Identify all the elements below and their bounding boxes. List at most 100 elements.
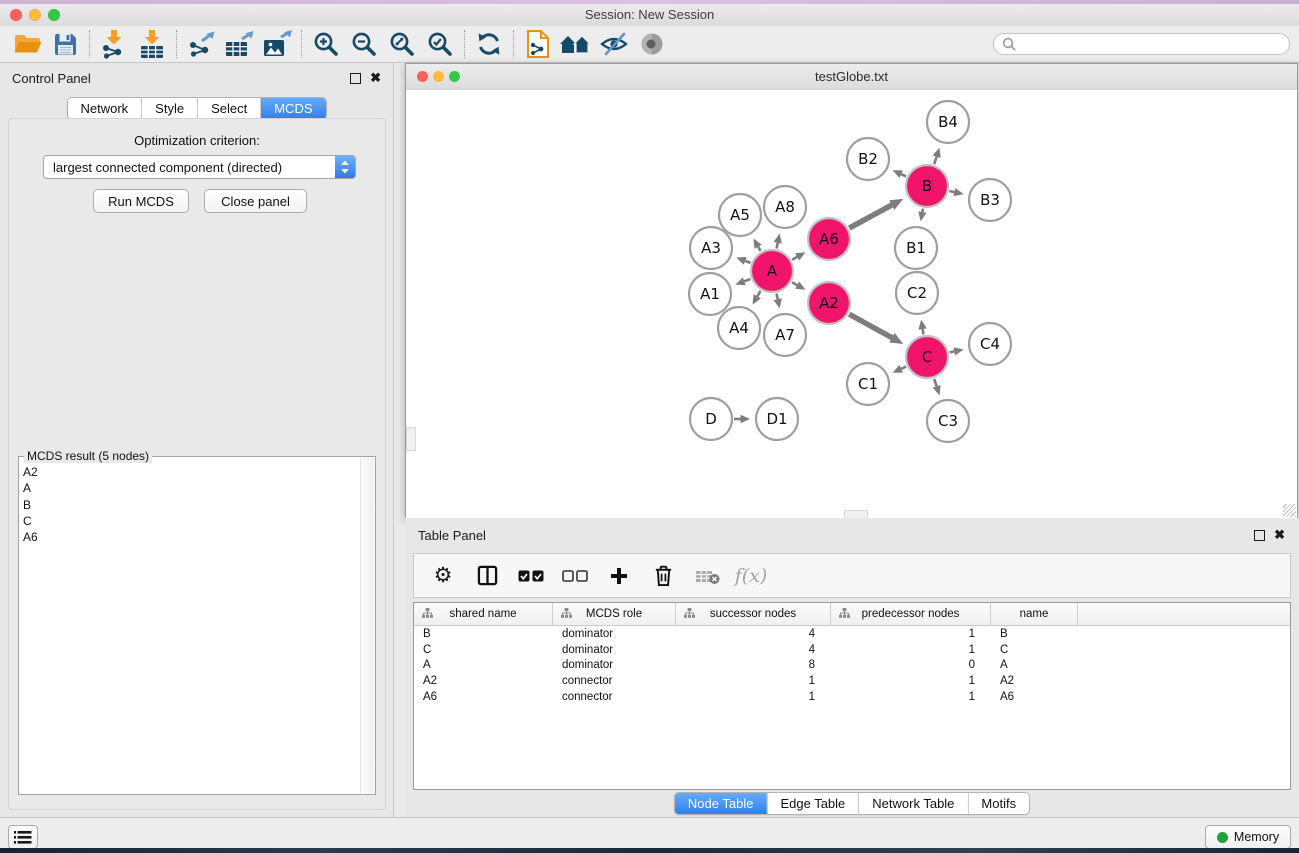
graph-edge-A-A4[interactable] (757, 291, 760, 297)
tab-select[interactable]: Select (197, 98, 260, 119)
graph-node-A8[interactable]: A8 (764, 186, 806, 228)
table-cell[interactable]: dominator (553, 628, 676, 640)
tab-network[interactable]: Network (67, 98, 141, 119)
graph-node-C4[interactable]: C4 (969, 323, 1011, 365)
table-row[interactable]: A6connector11A6 (414, 689, 1290, 705)
import-network-button[interactable] (95, 28, 133, 60)
table-row[interactable]: A2connector11A2 (414, 673, 1290, 689)
float-panel-icon[interactable] (350, 73, 361, 84)
table-cell[interactable]: 4 (676, 644, 831, 656)
network-close-button[interactable] (417, 71, 428, 82)
mcds-result-item[interactable]: A6 (23, 529, 359, 545)
table-cell[interactable]: 4 (676, 628, 831, 640)
run-mcds-button[interactable]: Run MCDS (93, 189, 189, 213)
save-session-button[interactable] (46, 28, 84, 60)
open-session-button[interactable] (8, 28, 46, 60)
add-column-button[interactable] (604, 561, 634, 591)
graph-node-A2[interactable]: A2 (808, 282, 850, 324)
mcds-result-item[interactable]: A2 (23, 464, 359, 480)
table-settings-button[interactable]: ⚙ (428, 561, 458, 591)
graph-edge-A-A2[interactable] (792, 282, 797, 285)
graph-edge-A-A5[interactable] (758, 247, 760, 251)
table-cell[interactable]: C (414, 644, 553, 656)
table-cell[interactable]: B (991, 628, 1078, 640)
table-cell[interactable]: A (414, 659, 553, 671)
fullscreen-window-button[interactable] (48, 9, 60, 21)
table-cell[interactable]: A2 (991, 675, 1078, 687)
graph-node-D1[interactable]: D1 (756, 398, 798, 440)
zoom-fit-button[interactable] (383, 28, 421, 60)
graph-edge-A-A8[interactable] (777, 243, 778, 249)
graph-node-C3[interactable]: C3 (927, 400, 969, 442)
column-header-shared-name[interactable]: shared name (414, 603, 553, 625)
clone-network-button[interactable] (519, 28, 557, 60)
optimization-criterion-select[interactable]: largest connected component (directed) (43, 155, 356, 179)
minimize-window-button[interactable] (29, 9, 41, 21)
network-canvas[interactable]: A5A8A3AA1A4A7A6A2B2B4BB3B1C2C4CC1C3DD1 (406, 90, 1297, 518)
import-table-button[interactable] (133, 28, 171, 60)
function-builder-button[interactable]: f(x) (736, 561, 766, 591)
graph-edge-A-A1[interactable] (744, 279, 750, 281)
tab-style[interactable]: Style (141, 98, 197, 119)
table-cell[interactable]: connector (553, 691, 676, 703)
split-panel-button[interactable] (472, 561, 502, 591)
zoom-selected-button[interactable] (421, 28, 459, 60)
graph-node-B2[interactable]: B2 (847, 138, 889, 180)
table-cell[interactable]: A (991, 659, 1078, 671)
table-cell[interactable]: 0 (831, 659, 991, 671)
graph-node-C1[interactable]: C1 (847, 363, 889, 405)
graph-edge-A2-C[interactable] (849, 314, 892, 338)
table-row[interactable]: Adominator80A (414, 658, 1290, 674)
table-cell[interactable]: 1 (676, 675, 831, 687)
mcds-result-item[interactable]: B (23, 497, 359, 513)
graph-node-A[interactable]: A (751, 250, 793, 292)
export-network-button[interactable] (182, 28, 220, 60)
graph-node-C2[interactable]: C2 (896, 272, 938, 314)
export-table-button[interactable] (220, 28, 258, 60)
close-panel-icon[interactable]: ✖ (370, 72, 381, 84)
show-all-button[interactable] (633, 28, 671, 60)
hide-selected-button[interactable] (595, 28, 633, 60)
graph-node-B3[interactable]: B3 (969, 179, 1011, 221)
table-cell[interactable]: 1 (676, 691, 831, 703)
table-tab-network-table[interactable]: Network Table (858, 793, 967, 814)
graph-edge-B-B3[interactable] (949, 191, 954, 192)
table-cell[interactable]: dominator (553, 659, 676, 671)
graph-node-A4[interactable]: A4 (718, 307, 760, 349)
table-cell[interactable]: B (414, 628, 553, 640)
table-cell[interactable]: 1 (831, 628, 991, 640)
network-zoom-button[interactable] (449, 71, 460, 82)
graph-node-B4[interactable]: B4 (927, 101, 969, 143)
resize-grip-icon[interactable] (1283, 504, 1296, 517)
deselect-all-button[interactable] (560, 561, 590, 591)
close-window-button[interactable] (10, 9, 22, 21)
column-header-name[interactable]: name (991, 603, 1078, 625)
graph-node-B[interactable]: B (906, 165, 948, 207)
column-header-MCDS-role[interactable]: MCDS role (553, 603, 676, 625)
table-cell[interactable]: 1 (831, 675, 991, 687)
graph-node-D[interactable]: D (690, 398, 732, 440)
graph-edge-A6-B[interactable] (849, 205, 892, 228)
delete-column-button[interactable] (648, 561, 678, 591)
mcds-result-item[interactable]: C (23, 513, 359, 529)
table-row[interactable]: Bdominator41B (414, 626, 1290, 642)
task-history-button[interactable] (8, 825, 38, 849)
table-cell[interactable]: 1 (831, 644, 991, 656)
table-tab-motifs[interactable]: Motifs (967, 793, 1029, 814)
graph-edge-C-C1[interactable] (901, 367, 906, 369)
graph-node-A7[interactable]: A7 (764, 314, 806, 356)
graph-edge-A-A7[interactable] (777, 294, 778, 300)
graph-edge-C-C3[interactable] (934, 379, 936, 386)
graph-edge-B-B2[interactable] (901, 174, 906, 176)
home-button[interactable] (557, 28, 595, 60)
table-row[interactable]: Cdominator41C (414, 642, 1290, 658)
table-cell[interactable]: 1 (831, 691, 991, 703)
select-all-button[interactable] (516, 561, 546, 591)
close-table-panel-icon[interactable]: ✖ (1274, 529, 1285, 541)
close-panel-button[interactable]: Close panel (204, 189, 307, 213)
table-cell[interactable]: dominator (553, 644, 676, 656)
mcds-result-list[interactable]: A2ABCA6 (23, 464, 359, 790)
graph-edge-A-A3[interactable] (745, 261, 750, 263)
network-window-titlebar[interactable]: testGlobe.txt (406, 64, 1297, 91)
network-vertical-scrollbar[interactable] (406, 427, 416, 451)
